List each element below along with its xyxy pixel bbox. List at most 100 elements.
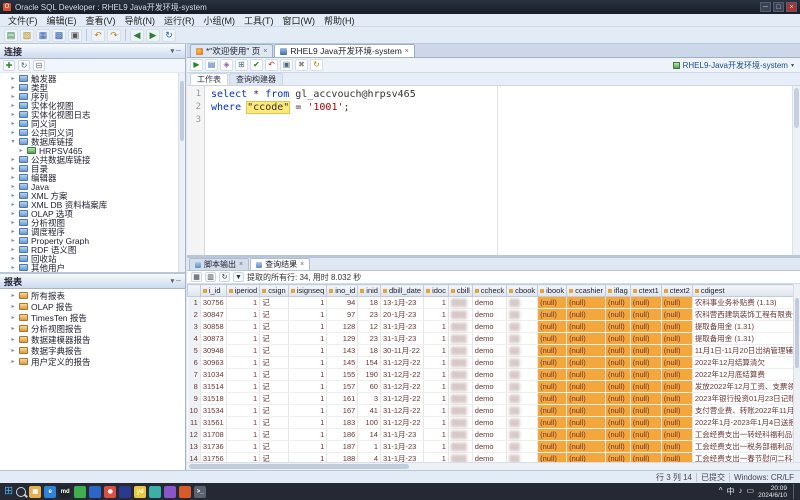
grid-cell[interactable]: ▒▒ bbox=[507, 321, 538, 333]
redo-icon[interactable]: ↷ bbox=[107, 29, 121, 42]
grid-cell[interactable]: 97 bbox=[327, 309, 358, 321]
grid-cell[interactable]: ▒▒▒ bbox=[448, 333, 472, 345]
taskbar-app-icon[interactable]: ◉ bbox=[104, 486, 116, 498]
grid-cell[interactable]: demo bbox=[472, 441, 506, 453]
grid-cell[interactable]: demo bbox=[472, 297, 506, 309]
reports-tree-item[interactable]: ▸用户定义的报告 bbox=[0, 356, 185, 367]
connections-tree-item[interactable]: ▸实体化视图 bbox=[0, 101, 185, 110]
refresh-icon[interactable]: ↻ bbox=[162, 29, 176, 42]
grid-cell[interactable]: ▒▒▒ bbox=[448, 417, 472, 429]
grid-cell[interactable]: 1 bbox=[424, 345, 449, 357]
forward-icon[interactable]: ▶ bbox=[146, 29, 160, 42]
grid-cell[interactable]: demo bbox=[472, 369, 506, 381]
grid-cell[interactable]: 31756 bbox=[200, 453, 226, 463]
grid-cell[interactable]: (null) bbox=[567, 429, 606, 441]
print-icon[interactable]: ▣ bbox=[68, 29, 82, 42]
new-file-icon[interactable]: ▤ bbox=[4, 29, 18, 42]
open-file-icon[interactable]: ▧ bbox=[20, 29, 34, 42]
grid-cell[interactable]: ▒▒ bbox=[507, 369, 538, 381]
grid-cell[interactable]: 187 bbox=[327, 441, 358, 453]
grid-cell[interactable]: (null) bbox=[661, 429, 692, 441]
grid-cell[interactable]: (null) bbox=[567, 309, 606, 321]
grid-cell[interactable]: 1 bbox=[288, 381, 327, 393]
grid-cell[interactable]: ▒▒ bbox=[507, 441, 538, 453]
grid-cell[interactable]: 记 bbox=[260, 429, 289, 441]
expand-arrow-icon[interactable]: ▸ bbox=[18, 147, 24, 154]
tray-icon[interactable]: ^ bbox=[719, 486, 723, 497]
connections-tree-item[interactable]: ▸XML DB 资料档案库 bbox=[0, 200, 185, 209]
grid-cell[interactable]: (null) bbox=[630, 429, 661, 441]
taskbar-app-icon[interactable]: >_ bbox=[194, 486, 206, 498]
grid-cell[interactable]: 12 bbox=[358, 321, 381, 333]
grid-cell[interactable]: 100 bbox=[358, 417, 381, 429]
expand-arrow-icon[interactable]: ▸ bbox=[10, 165, 16, 172]
grid-cell[interactable]: 1 bbox=[424, 417, 449, 429]
grid-cell[interactable]: 1 bbox=[424, 297, 449, 309]
grid-cell[interactable]: 31-12月-22 bbox=[380, 381, 423, 393]
run-statement-icon[interactable]: ▶ bbox=[190, 59, 203, 71]
grid-cell[interactable]: demo bbox=[472, 417, 506, 429]
grid-cell[interactable]: ▒▒ bbox=[507, 333, 538, 345]
grid-cell[interactable]: ▒▒▒ bbox=[448, 381, 472, 393]
grid-cell[interactable]: ▒▒ bbox=[507, 429, 538, 441]
grid-cell[interactable]: 1 bbox=[424, 381, 449, 393]
grid-cell[interactable]: 提取备用金 (1.31) bbox=[692, 321, 800, 333]
grid-cell[interactable]: 1 bbox=[288, 405, 327, 417]
grid-cell[interactable]: 1 bbox=[288, 429, 327, 441]
expand-arrow-icon[interactable]: ▸ bbox=[10, 325, 16, 332]
menu-item-1[interactable]: 编辑(E) bbox=[43, 14, 81, 27]
column-header-idoc[interactable]: idoc bbox=[424, 285, 449, 297]
grid-cell[interactable]: 30847 bbox=[200, 309, 226, 321]
grid-cell[interactable]: (null) bbox=[538, 381, 567, 393]
grid-cell[interactable]: (null) bbox=[538, 369, 567, 381]
grid-cell[interactable]: 工会经费支出一春节慰问二科福利辅助款补助款 bbox=[692, 453, 800, 463]
grid-cell[interactable]: 2023年银行投资01月23日记账 bbox=[692, 393, 800, 405]
row-number-cell[interactable]: 14 bbox=[188, 453, 201, 463]
refresh-connections-icon[interactable]: ↻ bbox=[18, 60, 30, 71]
grid-cell[interactable]: ▒▒ bbox=[507, 381, 538, 393]
row-number-cell[interactable]: 8 bbox=[188, 381, 201, 393]
expand-arrow-icon[interactable]: ▸ bbox=[10, 192, 16, 199]
run-script-icon[interactable]: ▤ bbox=[205, 59, 218, 71]
row-number-cell[interactable]: 13 bbox=[188, 441, 201, 453]
grid-cell[interactable]: (null) bbox=[538, 333, 567, 345]
grid-cell[interactable]: 1 bbox=[288, 393, 327, 405]
grid-cell[interactable]: (null) bbox=[538, 357, 567, 369]
grid-cell[interactable]: (null) bbox=[606, 369, 631, 381]
grid-cell[interactable]: (null) bbox=[661, 381, 692, 393]
grid-cell[interactable]: (null) bbox=[606, 393, 631, 405]
grid-cell[interactable]: (null) bbox=[538, 441, 567, 453]
grid-cell[interactable]: 31-12月-22 bbox=[380, 369, 423, 381]
grid-cell[interactable]: 1 bbox=[288, 345, 327, 357]
grid-cell[interactable]: 143 bbox=[327, 345, 358, 357]
grid-cell[interactable]: (null) bbox=[630, 321, 661, 333]
grid-cell[interactable]: 31514 bbox=[200, 381, 226, 393]
grid-cell[interactable]: 1 bbox=[226, 453, 260, 463]
grid-cell[interactable]: 1 bbox=[288, 309, 327, 321]
grid-cell[interactable]: (null) bbox=[606, 321, 631, 333]
tray-icon[interactable]: ▭ bbox=[747, 486, 755, 497]
connections-tree-item[interactable]: ▸目录 bbox=[0, 164, 185, 173]
grid-cell[interactable]: 1 bbox=[288, 333, 327, 345]
maximize-button[interactable]: □ bbox=[773, 2, 784, 12]
grid-cell[interactable]: 31534 bbox=[200, 405, 226, 417]
grid-cell[interactable]: 128 bbox=[327, 321, 358, 333]
connections-tree-item[interactable]: ▸分析视图 bbox=[0, 218, 185, 227]
undo-icon[interactable]: ↶ bbox=[91, 29, 105, 42]
grid-cell[interactable]: ▒▒▒ bbox=[448, 453, 472, 463]
menu-item-8[interactable]: 帮助(H) bbox=[320, 14, 359, 27]
save-all-icon[interactable]: ▩ bbox=[52, 29, 66, 42]
grid-cell[interactable]: 31-12月-22 bbox=[380, 417, 423, 429]
grid-cell[interactable]: 30-11月-22 bbox=[380, 345, 423, 357]
connections-tree-item[interactable]: ▸Property Graph bbox=[0, 236, 185, 245]
grid-cell[interactable]: ▒▒▒ bbox=[448, 297, 472, 309]
connections-tree-item[interactable]: ▸调度程序 bbox=[0, 227, 185, 236]
expand-arrow-icon[interactable]: ▸ bbox=[10, 292, 16, 299]
explain-plan-icon[interactable]: ⊞ bbox=[235, 59, 248, 71]
grid-cell[interactable]: 186 bbox=[327, 429, 358, 441]
grid-cell[interactable]: 31736 bbox=[200, 441, 226, 453]
grid-cell[interactable]: (null) bbox=[630, 297, 661, 309]
grid-cell[interactable]: (null) bbox=[567, 381, 606, 393]
grid-cell[interactable]: 1 bbox=[424, 309, 449, 321]
grid-cell[interactable]: 1 bbox=[226, 369, 260, 381]
